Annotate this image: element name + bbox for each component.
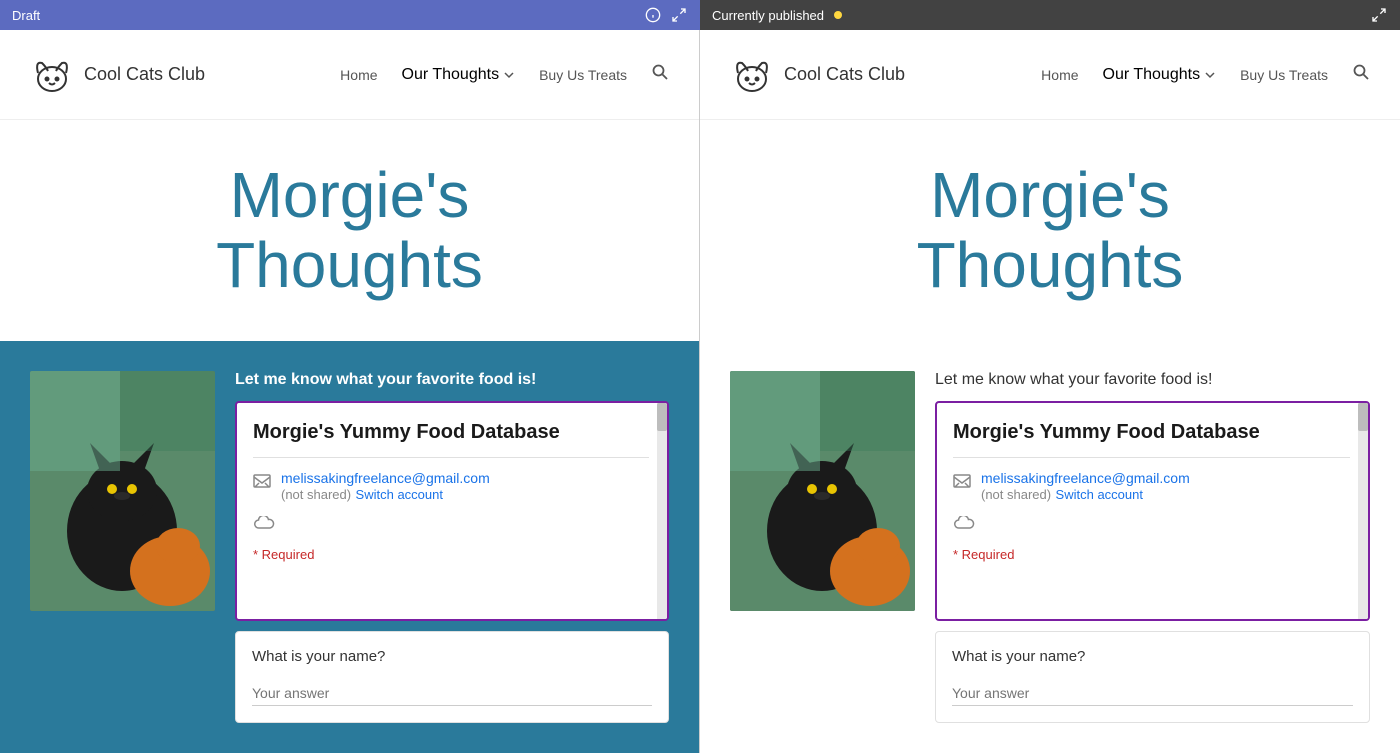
published-dot: [834, 11, 842, 19]
left-email-address: melissakingfreelance@gmail.com: [281, 470, 490, 486]
published-topbar-right: [1370, 6, 1388, 24]
published-topbar: Currently published: [700, 0, 1400, 30]
info-icon[interactable]: [644, 6, 662, 24]
right-scrollbar-thumb: [1358, 403, 1368, 431]
right-nav-our-thoughts[interactable]: Our Thoughts: [1103, 66, 1217, 84]
right-form-divider: [953, 457, 1350, 458]
left-switch-account[interactable]: Switch account: [356, 487, 443, 502]
left-answer-input[interactable]: [252, 681, 652, 706]
dropdown-chevron-right: [1204, 69, 1216, 81]
right-email-icon: [953, 472, 971, 495]
left-form-inner: Morgie's Yummy Food Database melissaking…: [237, 403, 667, 578]
right-panel: Cool Cats Club Home Our Thoughts Buy Us …: [700, 30, 1400, 753]
right-nav-home[interactable]: Home: [1041, 67, 1078, 83]
cat-logo-icon-right: [730, 53, 774, 97]
right-form-label: Let me know what your favorite food is!: [935, 371, 1370, 389]
dropdown-chevron-left: [503, 69, 515, 81]
right-answer-input[interactable]: [952, 681, 1353, 706]
left-cloud-row: [253, 516, 649, 537]
left-site-logo: Cool Cats Club: [30, 53, 205, 97]
left-scrollbar-thumb: [657, 403, 667, 431]
panels-container: Cool Cats Club Home Our Thoughts Buy Us …: [0, 30, 1400, 753]
right-site-title: Cool Cats Club: [784, 64, 905, 85]
right-question: What is your name?: [952, 648, 1353, 665]
right-required: * Required: [953, 547, 1350, 562]
right-form-area: Let me know what your favorite food is! …: [935, 371, 1370, 723]
left-search-icon[interactable]: [651, 63, 669, 86]
right-cat-photo: [730, 371, 915, 611]
right-email-address: melissakingfreelance@gmail.com: [981, 470, 1190, 486]
published-status-label: Currently published: [712, 8, 824, 23]
left-email-row: melissakingfreelance@gmail.com (not shar…: [253, 470, 649, 504]
right-cloud-row: [953, 516, 1350, 537]
draft-status-label: Draft: [12, 8, 40, 23]
left-cat-image: [30, 371, 215, 611]
left-content-section: Let me know what your favorite food is! …: [0, 341, 699, 753]
left-nav-home[interactable]: Home: [340, 67, 377, 83]
left-email-icon: [253, 472, 271, 495]
left-email-sub: (not shared) Switch account: [281, 486, 490, 504]
left-question: What is your name?: [252, 648, 652, 665]
right-form-inner: Morgie's Yummy Food Database melissaking…: [937, 403, 1368, 578]
right-email-sub: (not shared) Switch account: [981, 486, 1190, 504]
left-hero-title: Morgie's Thoughts: [0, 160, 699, 301]
right-nav-buy-treats[interactable]: Buy Us Treats: [1240, 67, 1328, 83]
right-email-details: melissakingfreelance@gmail.com (not shar…: [981, 470, 1190, 504]
right-site-logo: Cool Cats Club: [730, 53, 905, 97]
right-hero-title: Morgie's Thoughts: [700, 160, 1400, 301]
left-form-label: Let me know what your favorite food is!: [235, 371, 669, 389]
top-bars-container: Draft Currently published: [0, 0, 1400, 30]
left-nav-buy-treats[interactable]: Buy Us Treats: [539, 67, 627, 83]
left-cloud-icon: [253, 516, 275, 537]
expand-icon-left[interactable]: [670, 6, 688, 24]
left-form-title: Morgie's Yummy Food Database: [253, 419, 649, 445]
left-site-header: Cool Cats Club Home Our Thoughts Buy Us …: [0, 30, 699, 120]
left-email-details: melissakingfreelance@gmail.com (not shar…: [281, 470, 490, 504]
left-site-title: Cool Cats Club: [84, 64, 205, 85]
right-site-header: Cool Cats Club Home Our Thoughts Buy Us …: [700, 30, 1400, 120]
right-search-icon[interactable]: [1352, 63, 1370, 86]
left-form-area: Let me know what your favorite food is! …: [235, 371, 669, 723]
right-site-nav: Home Our Thoughts Buy Us Treats: [1041, 63, 1370, 86]
draft-topbar-left: Draft: [12, 8, 40, 23]
left-form-scroll[interactable]: Morgie's Yummy Food Database melissaking…: [235, 401, 669, 621]
published-topbar-left: Currently published: [712, 8, 842, 23]
draft-topbar-right: [644, 6, 688, 24]
right-name-card: What is your name?: [935, 631, 1370, 723]
right-form-title: Morgie's Yummy Food Database: [953, 419, 1350, 445]
right-cloud-icon: [953, 516, 975, 537]
right-email-row: melissakingfreelance@gmail.com (not shar…: [953, 470, 1350, 504]
right-form-scroll[interactable]: Morgie's Yummy Food Database melissaking…: [935, 401, 1370, 621]
cat-logo-icon-left: [30, 53, 74, 97]
expand-icon-right[interactable]: [1370, 6, 1388, 24]
draft-topbar: Draft: [0, 0, 700, 30]
left-form-divider: [253, 457, 649, 458]
left-scrollbar[interactable]: [657, 403, 667, 619]
left-hero: Morgie's Thoughts: [0, 120, 699, 341]
right-switch-account[interactable]: Switch account: [1056, 487, 1143, 502]
right-hero: Morgie's Thoughts: [700, 120, 1400, 341]
left-site-nav: Home Our Thoughts Buy Us Treats: [340, 63, 669, 86]
right-content-section: Let me know what your favorite food is! …: [700, 341, 1400, 753]
right-cat-image: [730, 371, 915, 611]
left-required: * Required: [253, 547, 649, 562]
left-panel: Cool Cats Club Home Our Thoughts Buy Us …: [0, 30, 700, 753]
left-cat-photo: [30, 371, 215, 611]
right-scrollbar[interactable]: [1358, 403, 1368, 619]
left-nav-our-thoughts[interactable]: Our Thoughts: [402, 66, 516, 84]
left-name-card: What is your name?: [235, 631, 669, 723]
